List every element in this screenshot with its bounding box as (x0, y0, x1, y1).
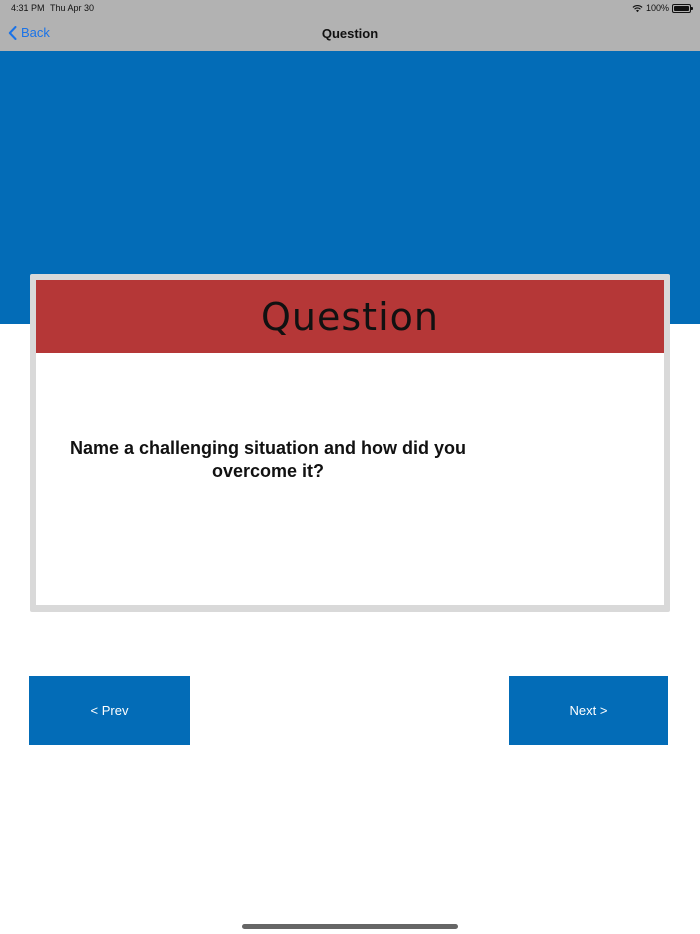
home-indicator (242, 924, 458, 929)
navigation-bar: Back Question (0, 17, 700, 51)
battery-icon (672, 3, 693, 13)
wifi-icon (632, 4, 643, 12)
status-bar: 4:31 PM Thu Apr 30 100% (0, 0, 700, 17)
page-title: Question (321, 26, 379, 41)
status-indicators: 100% (632, 3, 693, 13)
question-text: Name a challenging situation and how did… (69, 438, 467, 481)
prev-button[interactable]: < Prev (29, 676, 190, 745)
status-time: 4:31 PM (11, 3, 45, 13)
question-card: Question Name a challenging situation an… (30, 274, 670, 612)
card-header: Question (36, 280, 664, 353)
card-header-title: Question (261, 294, 439, 339)
status-date: Thu Apr 30 (50, 3, 95, 13)
battery-percent: 100% (645, 3, 669, 13)
next-button[interactable]: Next > (509, 676, 668, 745)
card-body: Name a challenging situation and how did… (36, 353, 664, 605)
